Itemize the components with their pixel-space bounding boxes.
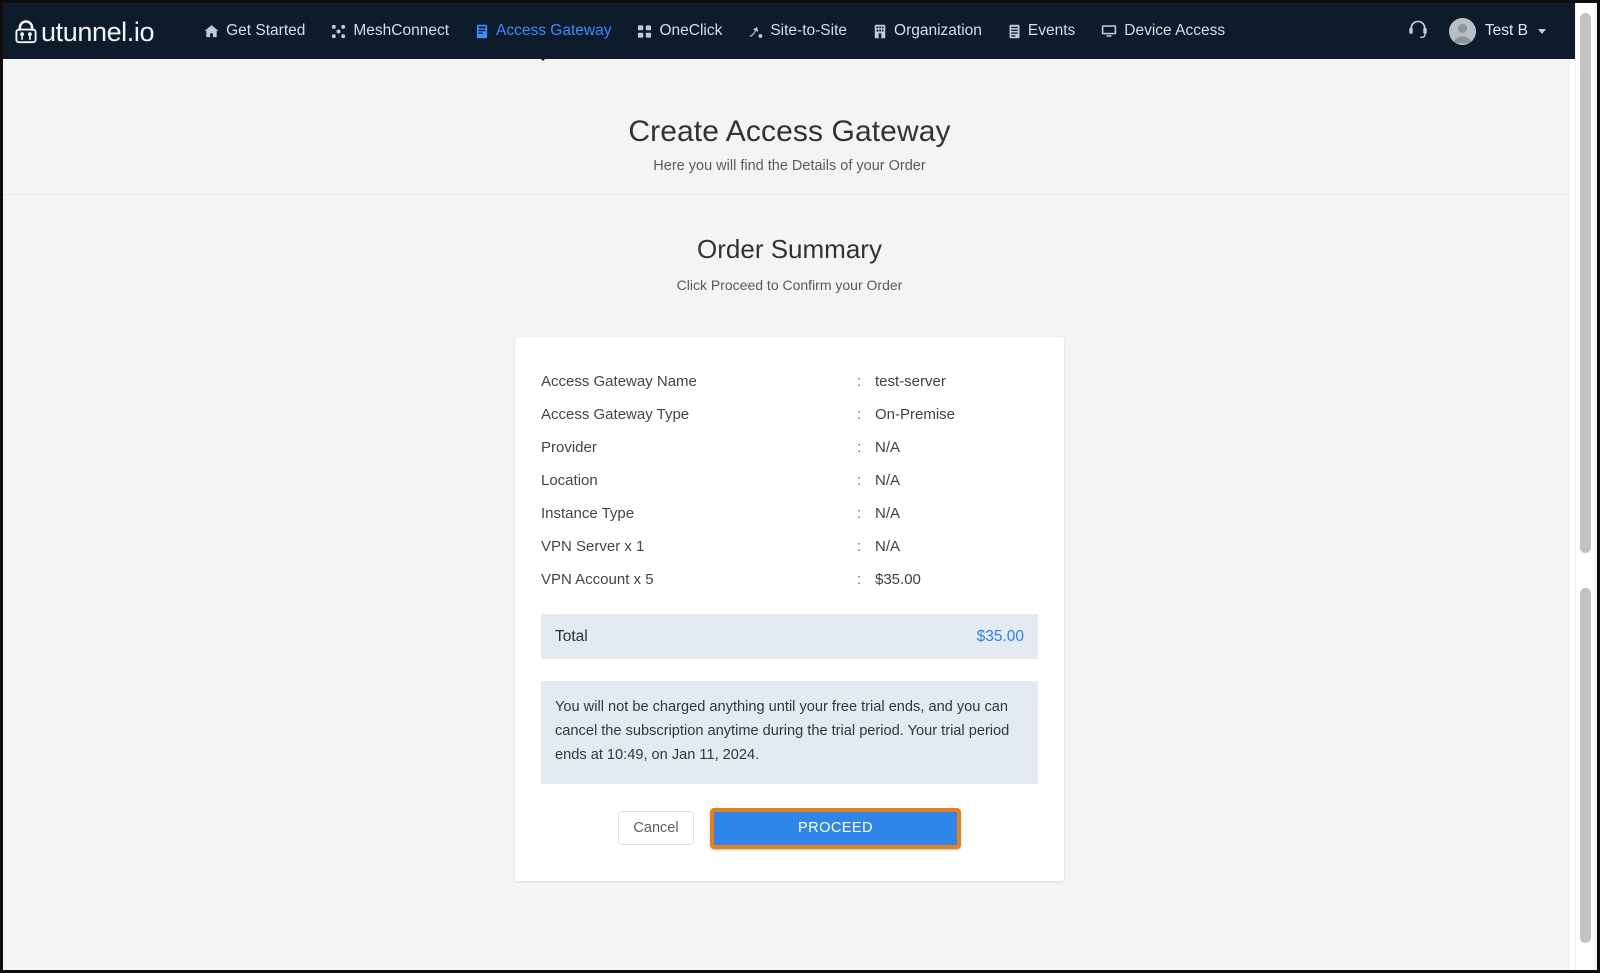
main-content: Order Summary Click Proceed to Confirm y… <box>3 197 1576 970</box>
scrollbar-thumb-lower[interactable] <box>1580 588 1591 943</box>
summary-value: test-server <box>875 373 946 390</box>
nav-item-oneclick[interactable]: OneClick <box>624 16 735 46</box>
summary-row-access-gateway-type: Access Gateway Type : On-Premise <box>541 398 1038 431</box>
page-title: Create Access Gateway <box>628 115 951 148</box>
caret-up-indicator-icon <box>533 51 554 61</box>
nav-item-get-started[interactable]: Get Started <box>191 16 318 46</box>
page-subtitle: Here you will find the Details of your O… <box>653 158 926 174</box>
summary-row-location: Location : N/A <box>541 464 1038 497</box>
user-menu[interactable]: Test B <box>1439 14 1552 49</box>
summary-value: N/A <box>875 538 901 555</box>
nav-label: Events <box>1027 22 1076 39</box>
nav-label: Device Access <box>1124 22 1226 39</box>
summary-value: On-Premise <box>875 406 956 423</box>
order-summary-card: Access Gateway Name : test-server Access… <box>515 337 1064 881</box>
mesh-icon <box>331 24 346 39</box>
chevron-down-icon <box>1538 28 1546 34</box>
scrollbar-thumb-upper[interactable] <box>1580 13 1591 553</box>
home-icon <box>204 24 219 39</box>
order-summary-title: Order Summary <box>697 234 882 264</box>
summary-row-instance-type: Instance Type : N/A <box>541 497 1038 530</box>
total-value: $35.00 <box>976 627 1024 645</box>
page-header: Create Access Gateway Here you will find… <box>3 59 1576 195</box>
nav-item-organization[interactable]: Organization <box>860 16 995 46</box>
summary-value: N/A <box>875 472 901 489</box>
top-navbar: utunnel.io Get Started MeshConnect Acces… <box>3 3 1576 61</box>
summary-label: Provider <box>541 439 597 456</box>
summary-separator: : <box>857 439 862 456</box>
summary-row-provider: Provider : N/A <box>541 431 1038 464</box>
order-summary-header: Order Summary Click Proceed to Confirm y… <box>3 197 1576 293</box>
total-label: Total <box>555 627 588 645</box>
building-icon <box>873 24 887 39</box>
total-row: Total $35.00 <box>541 614 1038 659</box>
summary-row-vpn-account: VPN Account x 5 : $35.00 <box>541 563 1038 596</box>
user-name: Test B <box>1484 22 1528 39</box>
trial-notice: You will not be charged anything until y… <box>541 681 1038 784</box>
proceed-button-highlight: PROCEED <box>710 807 961 849</box>
nav-items: Get Started MeshConnect Access Gateway O… <box>191 16 1238 61</box>
nav-item-events[interactable]: Events <box>995 16 1088 46</box>
nav-label: Site-to-Site <box>770 22 848 39</box>
brand-logo-link[interactable]: utunnel.io <box>13 16 155 47</box>
nav-label: Organization <box>894 22 982 39</box>
summary-row-vpn-server: VPN Server x 1 : N/A <box>541 530 1038 563</box>
nav-item-meshconnect[interactable]: MeshConnect <box>318 16 462 46</box>
nav-label: MeshConnect <box>353 22 450 39</box>
vertical-scrollbar[interactable] <box>1575 3 1594 970</box>
nav-label: Get Started <box>226 22 306 39</box>
card-actions: Cancel PROCEED <box>541 807 1038 855</box>
padlock-logo-icon <box>13 17 39 45</box>
summary-separator: : <box>857 472 862 489</box>
list-icon <box>1008 24 1021 39</box>
summary-separator: : <box>857 505 862 522</box>
summary-label: Access Gateway Name <box>541 373 697 390</box>
user-avatar-icon <box>1448 17 1476 45</box>
monitor-icon <box>1101 24 1117 38</box>
summary-value: N/A <box>875 439 901 456</box>
summary-label: VPN Server x 1 <box>541 538 645 555</box>
navbar-right-group: Test B <box>1397 10 1576 52</box>
summary-label: Access Gateway Type <box>541 406 690 423</box>
summary-label: Location <box>541 472 598 489</box>
summary-label: Instance Type <box>541 505 635 522</box>
brand-name: utunnel.io <box>41 16 155 47</box>
summary-value: $35.00 <box>875 571 921 588</box>
proceed-button[interactable]: PROCEED <box>714 811 957 845</box>
support-button[interactable] <box>1397 10 1439 52</box>
summary-separator: : <box>857 373 862 390</box>
summary-separator: : <box>857 538 862 555</box>
grid-dots-icon <box>637 24 652 39</box>
cancel-button[interactable]: Cancel <box>618 811 694 846</box>
nav-item-access-gateway[interactable]: Access Gateway <box>462 16 624 61</box>
app-window: utunnel.io Get Started MeshConnect Acces… <box>0 0 1600 973</box>
order-summary-subtitle: Click Proceed to Confirm your Order <box>676 277 903 293</box>
summary-row-access-gateway-name: Access Gateway Name : test-server <box>541 365 1038 398</box>
summary-separator: : <box>857 571 862 588</box>
server-icon <box>475 24 489 39</box>
headset-icon <box>1407 18 1429 45</box>
nav-item-device-access[interactable]: Device Access <box>1088 16 1238 46</box>
summary-value: N/A <box>875 505 901 522</box>
nav-item-site-to-site[interactable]: Site-to-Site <box>735 16 860 46</box>
nav-label: Access Gateway <box>496 22 612 39</box>
summary-label: VPN Account x 5 <box>541 571 654 588</box>
summary-separator: : <box>857 406 862 423</box>
nav-label: OneClick <box>659 22 723 39</box>
site-link-icon <box>748 24 763 39</box>
